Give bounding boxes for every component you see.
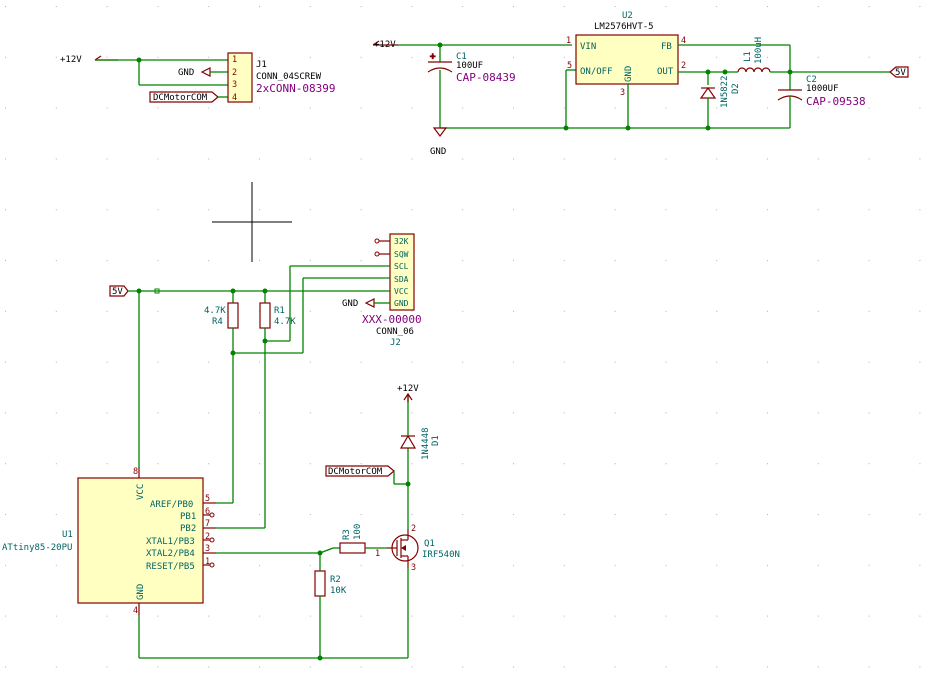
schematic-canvas: +12V GND DCMotorCOM 1 2 3 4 J1 CONN_04SC… <box>0 0 943 680</box>
u1-pin-vcc: VCC <box>136 484 146 500</box>
j1-ref: J1 <box>256 60 267 70</box>
q1-pinnum-gate: 1 <box>375 549 380 559</box>
q1-dcmotor-label: DCMotorCOM <box>328 467 383 477</box>
q1-ref: Q1 <box>424 539 435 549</box>
u2-pin-onoff: ON/OFF <box>580 67 613 77</box>
c1-part: CAP-08439 <box>456 71 516 84</box>
l1-ref: L1 <box>743 51 753 62</box>
r2-ref: R2 <box>330 575 341 585</box>
r1-value: 4.7K <box>274 317 296 327</box>
j2-gnd-label: GND <box>342 299 358 309</box>
j2-pin-32k: 32K <box>394 237 409 246</box>
j1-pin1: 1 <box>232 55 237 65</box>
d2-value: 1N5822 <box>720 75 730 108</box>
j1-pin4: 4 <box>232 93 237 103</box>
c1-value: 100UF <box>456 61 483 71</box>
q1-value: IRF540N <box>422 550 460 560</box>
j1-gnd-label: GND <box>178 68 194 78</box>
q1-pinnum-source: 3 <box>411 563 416 573</box>
u2-pin-out: OUT <box>657 67 674 77</box>
j2-pin-sqw: SQW <box>394 250 409 259</box>
reg-12v-label: +12V <box>374 40 396 50</box>
j1-dcmotor-label: DCMotorCOM <box>153 93 208 103</box>
svg-text:+: + <box>430 52 436 62</box>
u2-pin-fb: FB <box>661 42 672 52</box>
q1-pinnum-drain: 2 <box>411 524 416 534</box>
d1-value: 1N4448 <box>421 427 431 460</box>
u1-pin-pb1: PB1 <box>180 512 196 522</box>
u1-pin-xtal2: XTAL2/PB4 <box>146 549 195 559</box>
d1-12v-label: +12V <box>397 384 419 394</box>
u2-pin-vin: VIN <box>580 42 596 52</box>
j2-part: XXX-00000 <box>362 313 422 326</box>
j1-pin3: 3 <box>232 80 237 90</box>
l1-value: 100uH <box>754 37 764 64</box>
u2-pinnum-gnd: 3 <box>620 88 625 98</box>
r3-ref: R3 <box>342 529 352 540</box>
j2-pin-scl: SCL <box>394 262 409 271</box>
u1-pin-aref: AREF/PB0 <box>150 500 193 510</box>
u1-pin-pb2: PB2 <box>180 524 196 534</box>
u2-pin-gnd: GND <box>624 66 634 82</box>
u1-ref: U1 <box>62 530 73 540</box>
u1-pinnum-4: 4 <box>133 606 138 616</box>
d1-ref: D1 <box>431 435 441 446</box>
c2-value: 1000UF <box>806 84 839 94</box>
j2-value: CONN_06 <box>376 327 414 337</box>
u2-value: LM2576HVT-5 <box>594 22 654 32</box>
j1-value: CONN_04SCREW <box>256 72 322 82</box>
reg-5v-label: 5V <box>895 68 906 78</box>
u1-pin-gnd: GND <box>136 584 146 600</box>
u1-value: ATtiny85-20PU <box>2 543 72 553</box>
u2-pinnum-onoff: 5 <box>567 61 572 71</box>
bus-5v-label: 5V <box>112 287 123 297</box>
j2-pin-vcc: VCC <box>394 287 409 296</box>
r3-value: 100 <box>353 524 363 540</box>
u1-pinnum-vcc: 8 <box>133 467 138 477</box>
j1-12v-label: +12V <box>60 55 82 65</box>
j1-part: 2xCONN-08399 <box>256 82 335 95</box>
r4-ref: R4 <box>212 317 223 327</box>
d2-ref: D2 <box>731 83 741 94</box>
reg-gnd-label: GND <box>430 147 446 157</box>
c2-part: CAP-09538 <box>806 95 866 108</box>
j2-pin-sda: SDA <box>394 275 409 284</box>
u2-ref: U2 <box>622 11 633 21</box>
u1-pin-reset: RESET/PB5 <box>146 562 195 572</box>
r4-value: 4.7K <box>204 306 226 316</box>
j2-pin-gnd: GND <box>394 299 409 308</box>
j2-ref: J2 <box>390 338 401 348</box>
r2-value: 10K <box>330 586 347 596</box>
u2-pinnum-vin: 1 <box>566 36 571 46</box>
j1-pin2: 2 <box>232 68 237 78</box>
u2-pinnum-out: 2 <box>681 61 686 71</box>
r1-ref: R1 <box>274 306 285 316</box>
u1-pin-xtal1: XTAL1/PB3 <box>146 537 195 547</box>
